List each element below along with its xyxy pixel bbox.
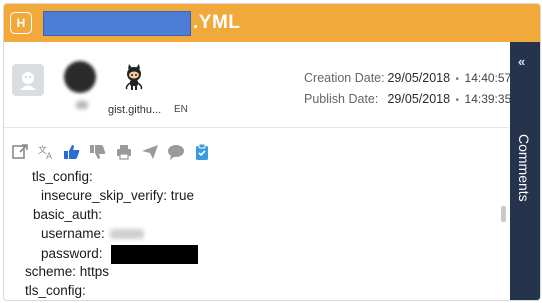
code-line: tls_config:: [25, 283, 86, 298]
header-bar: H .YML: [4, 4, 540, 42]
comment-icon[interactable]: [167, 143, 185, 161]
code-line-username: username:: [41, 226, 144, 241]
comments-label[interactable]: Comments: [516, 134, 532, 202]
blurred-username-value: [109, 229, 144, 240]
creation-time-value: 14:40:57: [464, 71, 512, 85]
date-separator: •: [455, 95, 460, 106]
thumbs-down-icon[interactable]: [89, 143, 107, 161]
code-line: tls_config:: [32, 169, 93, 184]
creation-date-label: Creation Date:: [304, 71, 385, 85]
content-area: gist.githu... EN Creation Date: 29/05/20…: [4, 42, 511, 300]
code-line: insecure_skip_verify: true: [41, 188, 195, 203]
code-line-password: password:: [41, 245, 198, 264]
action-toolbar: 文A: [11, 141, 219, 163]
blurred-username: [76, 101, 88, 109]
language-label: EN: [174, 104, 188, 115]
publish-date-row: Publish Date: 29/05/2018 • 14:39:35: [304, 92, 511, 113]
github-octocat-icon[interactable]: [120, 63, 148, 91]
dates-block: Creation Date: 29/05/2018 • 14:40:57 Pub…: [304, 71, 511, 113]
translate-icon[interactable]: 文A: [37, 143, 55, 161]
svg-text:A: A: [46, 152, 53, 161]
redacted-title: [43, 11, 191, 36]
code-line: basic_auth:: [33, 207, 103, 222]
document-type-badge: H: [10, 12, 32, 34]
clipboard-icon[interactable]: [193, 143, 211, 161]
double-chevron-left-icon[interactable]: «: [518, 54, 525, 69]
code-line: scheme: https: [25, 264, 110, 279]
publish-date-label: Publish Date:: [304, 92, 379, 106]
creation-date-value: 29/05/2018: [387, 71, 451, 85]
comments-panel-toggle[interactable]: « Comments: [510, 42, 540, 300]
vertical-scrollbar[interactable]: [501, 206, 506, 222]
user-avatar[interactable]: [64, 61, 96, 93]
header-divider: [4, 127, 509, 128]
date-separator: •: [455, 74, 460, 85]
document-viewer: H .YML gist.githu... EN Creation Date: 2…: [3, 3, 541, 301]
print-icon[interactable]: [115, 143, 133, 161]
publish-date-value: 29/05/2018: [387, 92, 451, 106]
document-title-suffix: .YML: [193, 12, 241, 33]
creation-date-row: Creation Date: 29/05/2018 • 14:40:57: [304, 71, 511, 92]
open-external-icon[interactable]: [11, 143, 29, 161]
source-label[interactable]: gist.githu...: [108, 104, 161, 116]
redacted-password-value: [110, 245, 198, 264]
send-icon[interactable]: [141, 143, 159, 161]
password-key: password:: [41, 246, 103, 262]
username-key: username:: [41, 226, 105, 241]
generic-avatar-icon[interactable]: [12, 64, 44, 96]
publish-time-value: 14:39:35: [464, 92, 512, 106]
thumbs-up-icon[interactable]: [63, 143, 81, 161]
